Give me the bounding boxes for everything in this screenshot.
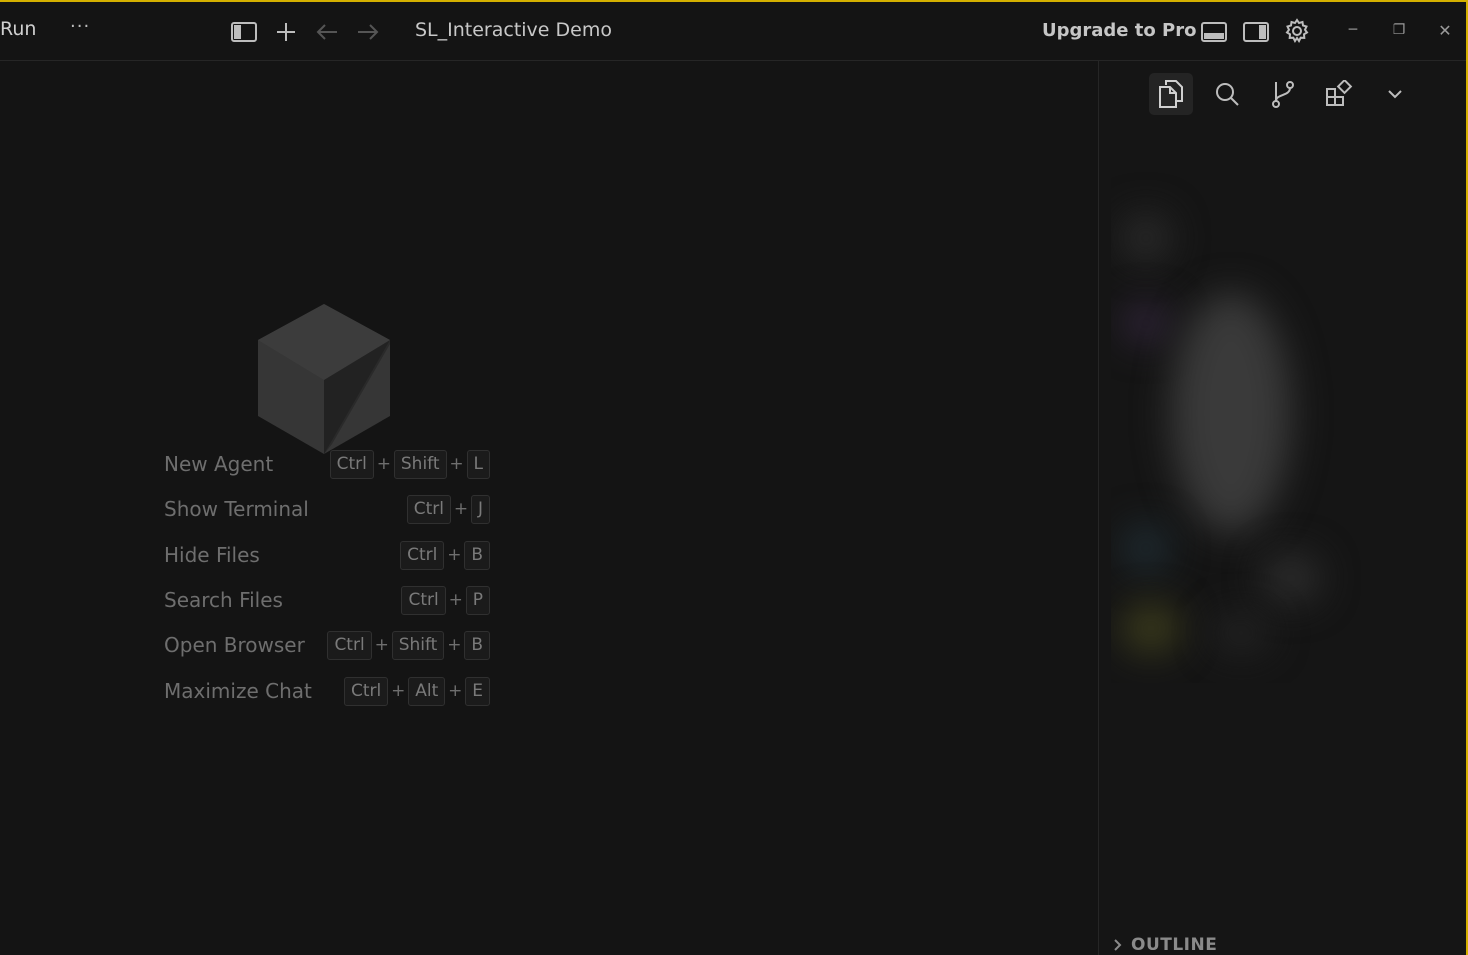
chevron-down-icon[interactable] bbox=[1373, 73, 1417, 115]
shortcut-keys: Ctrl + J bbox=[406, 494, 490, 524]
extensions-icon[interactable] bbox=[1317, 73, 1361, 115]
shortcut-row: Maximize Chat Ctrl + Alt + E bbox=[164, 676, 490, 708]
keycap: Ctrl bbox=[327, 630, 372, 660]
source-control-icon[interactable] bbox=[1261, 73, 1305, 115]
forward-arrow-icon[interactable] bbox=[354, 18, 382, 46]
shortcut-label: Show Terminal bbox=[164, 497, 309, 521]
window-title: SL_Interactive Demo bbox=[415, 19, 612, 41]
run-menu[interactable]: Run bbox=[0, 18, 36, 40]
keycap: B bbox=[464, 540, 490, 570]
restore-button[interactable]: ❐ bbox=[1385, 16, 1413, 44]
key-separator: + bbox=[374, 635, 389, 655]
shortcut-keys: Ctrl + P bbox=[401, 585, 490, 615]
more-menu-button[interactable]: ··· bbox=[70, 16, 90, 37]
keycap: Shift bbox=[391, 630, 445, 660]
keycap: Shift bbox=[393, 449, 447, 479]
close-button[interactable]: ✕ bbox=[1431, 16, 1459, 44]
shortcut-row: Search Files Ctrl + P bbox=[164, 585, 490, 617]
title-bar: Run ··· SL_Interactive Demo Upgrade to P… bbox=[0, 2, 1466, 61]
shortcut-label: Search Files bbox=[164, 588, 283, 612]
gear-icon[interactable] bbox=[1283, 17, 1311, 45]
keycap: L bbox=[466, 449, 490, 479]
key-separator: + bbox=[376, 454, 391, 474]
key-separator: + bbox=[449, 454, 464, 474]
back-arrow-icon[interactable] bbox=[313, 18, 341, 46]
shortcut-keys: Ctrl + Shift + L bbox=[329, 449, 490, 479]
upgrade-to-pro-button[interactable]: Upgrade to Pro bbox=[1042, 20, 1196, 41]
keycap: E bbox=[465, 676, 490, 706]
outline-section-toggle[interactable]: OUTLINE bbox=[1113, 935, 1217, 955]
toggle-panel-bottom-icon[interactable] bbox=[1200, 18, 1228, 46]
shortcut-label: New Agent bbox=[164, 452, 274, 476]
explorer-files-icon[interactable] bbox=[1149, 73, 1193, 115]
shortcut-label: Hide Files bbox=[164, 543, 260, 567]
keycap: Alt bbox=[408, 676, 446, 706]
blurred-file-tree bbox=[1111, 133, 1431, 683]
shortcut-row: Show Terminal Ctrl + J bbox=[164, 494, 490, 526]
shortcut-keys: Ctrl + Alt + E bbox=[343, 676, 490, 706]
key-separator: + bbox=[447, 545, 462, 565]
keycap: Ctrl bbox=[406, 494, 451, 524]
shortcut-label: Maximize Chat bbox=[164, 679, 312, 703]
right-panel: OUTLINE bbox=[1098, 61, 1466, 955]
search-icon[interactable] bbox=[1205, 73, 1249, 115]
shortcut-label: Open Browser bbox=[164, 633, 305, 657]
key-separator: + bbox=[447, 635, 462, 655]
keycap: P bbox=[465, 585, 490, 615]
minimize-button[interactable]: ─ bbox=[1339, 16, 1367, 44]
keycap: Ctrl bbox=[343, 676, 389, 706]
toggle-sidebar-icon[interactable] bbox=[230, 18, 258, 46]
shortcut-keys: Ctrl + B bbox=[400, 540, 490, 570]
chevron-right-icon bbox=[1114, 939, 1122, 951]
outline-label: OUTLINE bbox=[1131, 935, 1218, 955]
shortcut-keys: Ctrl + Shift + B bbox=[327, 630, 490, 660]
shortcut-row: New Agent Ctrl + Shift + L bbox=[164, 449, 490, 481]
new-tab-icon[interactable] bbox=[272, 18, 300, 46]
keycap: Ctrl bbox=[400, 540, 445, 570]
keycap: Ctrl bbox=[401, 585, 446, 615]
keycap: J bbox=[470, 494, 490, 524]
key-separator: + bbox=[453, 499, 469, 519]
key-separator: + bbox=[448, 590, 463, 610]
keycap: Ctrl bbox=[329, 449, 374, 479]
app-logo-icon bbox=[258, 304, 390, 454]
empty-editor: New Agent Ctrl + Shift + L Show Terminal Ctrl + J… bbox=[0, 61, 1098, 955]
shortcut-row: Hide Files Ctrl + B bbox=[164, 540, 490, 572]
key-separator: + bbox=[391, 681, 406, 701]
shortcut-row: Open Browser Ctrl + Shift + B bbox=[164, 630, 490, 662]
keycap: B bbox=[464, 630, 490, 660]
key-separator: + bbox=[448, 681, 463, 701]
toggle-panel-right-icon[interactable] bbox=[1242, 18, 1270, 46]
app-window: Run ··· SL_Interactive Demo Upgrade to P… bbox=[0, 0, 1468, 955]
